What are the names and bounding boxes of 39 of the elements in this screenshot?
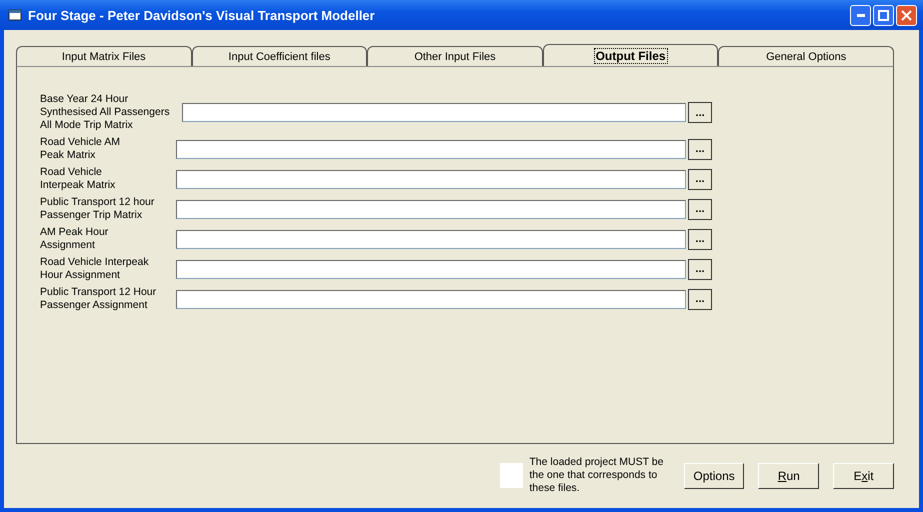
maximize-button[interactable] [873,4,894,26]
field-label: AM Peak Hour Assignment [40,226,110,252]
dialog-button[interactable]: Exit [833,462,894,488]
dialog-button[interactable]: Run [758,462,820,488]
file-path-field[interactable] [182,103,686,122]
browse-button[interactable]: ... [688,288,712,310]
browse-button[interactable]: ... [688,198,712,220]
window-title: Four Stage - Peter Davidson's Visual Transport Modeller [28,8,376,22]
close-icon [901,10,912,20]
file-path-field[interactable] [176,170,686,188]
minimize-button[interactable] [850,4,871,26]
close-button[interactable] [896,4,917,26]
field-label: Public Transport 12 Hour Passenger Assignment [40,286,158,312]
browse-button[interactable]: ... [688,168,712,190]
file-path-field[interactable] [176,230,686,248]
field-label: Road Vehicle AM Peak Matrix [40,136,121,162]
file-path-field[interactable] [176,260,686,278]
field-label: Base Year 24 Hour Synthesised All Passengers All Mode Trip Matrix [40,93,171,132]
browse-button[interactable]: ... [688,258,712,280]
field-label: Road Vehicle Interpeak Matrix [40,166,116,192]
file-path-field[interactable] [176,140,686,158]
tab[interactable]: General Options [718,46,894,66]
tab[interactable]: Input Coefficient files [192,46,368,66]
minimize-icon [856,14,864,16]
field-label: Public Transport 12 hour Passenger Trip Matrix [40,196,156,222]
field-label: Road Vehicle Interpeak Hour Assignment [40,256,150,282]
app-icon [8,8,22,22]
tab[interactable]: Input Matrix Files [16,46,192,66]
tab[interactable]: Output Files [542,44,718,66]
warning-text: The loaded project MUST be the one that corresponds to these files. [529,456,664,495]
browse-button[interactable]: ... [688,138,712,160]
maximize-icon [878,10,889,20]
browse-button[interactable]: ... [688,102,712,123]
file-path-field[interactable] [176,200,686,218]
browse-button[interactable]: ... [688,228,712,250]
status-indicator [500,463,524,488]
tab[interactable]: Other Input Files [367,46,543,66]
dialog-button[interactable]: Options [684,462,744,488]
file-path-field[interactable] [176,290,686,308]
